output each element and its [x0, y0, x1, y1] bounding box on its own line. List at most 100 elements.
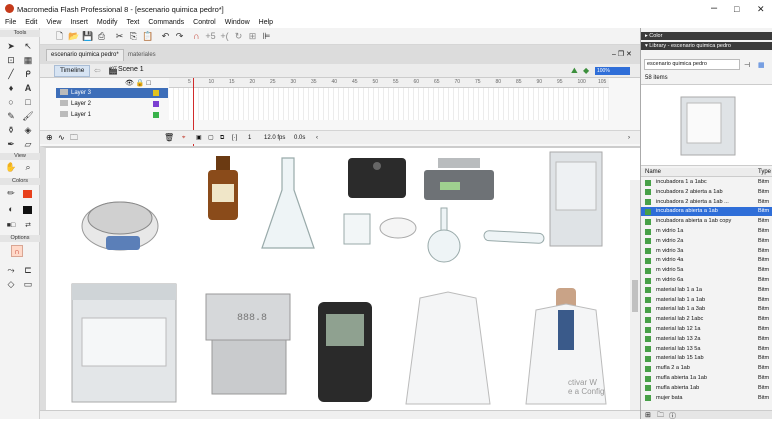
- round-flask-image[interactable]: [427, 207, 461, 263]
- gap-size-option-icon[interactable]: ▭: [21, 278, 35, 291]
- paste-icon[interactable]: 📋: [142, 31, 153, 42]
- new-library-panel-icon[interactable]: ▦: [758, 61, 765, 69]
- undo-icon[interactable]: ↶: [160, 31, 171, 42]
- stage-vertical-scrollbar[interactable]: [630, 180, 640, 410]
- snap-icon[interactable]: ∩: [191, 31, 202, 42]
- library-item[interactable]: m vidrio 1a Bitm: [641, 227, 772, 236]
- smooth-option-icon[interactable]: ⤳: [4, 264, 18, 277]
- selection-tool-icon[interactable]: ➤: [4, 40, 18, 53]
- layer-row-1[interactable]: Layer 1: [56, 110, 168, 120]
- add-guide-layer-icon[interactable]: ∿: [58, 131, 65, 145]
- timeline-scroll-right-icon[interactable]: ›: [628, 131, 630, 145]
- test-tube-image[interactable]: [483, 230, 545, 244]
- new-file-icon[interactable]: 🗋: [54, 31, 65, 42]
- zoom-tool-icon[interactable]: ⌕: [21, 161, 35, 174]
- library-item[interactable]: incubadora 2 abierta a 1ab Bitm: [641, 188, 772, 197]
- library-item[interactable]: m vidrio 3a Bitm: [641, 247, 772, 256]
- ph-meter-image[interactable]: [318, 302, 372, 402]
- library-item[interactable]: incubadora abierta a 1ab copy Bitm: [641, 217, 772, 226]
- library-item[interactable]: mujer bata Bitm: [641, 394, 772, 403]
- new-folder-icon[interactable]: 🗀: [657, 411, 664, 422]
- zoom-select[interactable]: 100%: [595, 67, 630, 75]
- menu-modify[interactable]: Modify: [97, 17, 118, 28]
- delete-layer-icon[interactable]: 🗑: [164, 131, 174, 145]
- library-item[interactable]: m vidrio 5a Bitm: [641, 266, 772, 275]
- edit-scene-icon[interactable]: ⛰: [571, 66, 578, 76]
- library-item[interactable]: incubadora 2 abierta a 1ab ... Bitm: [641, 198, 772, 207]
- stroke-color-icon[interactable]: ✏: [4, 187, 18, 200]
- fill-color-swatch[interactable]: [23, 206, 32, 214]
- ink-bottle-tool-icon[interactable]: ⚱: [4, 124, 18, 137]
- library-item[interactable]: material lab 12 1a Bitm: [641, 325, 772, 334]
- centrifuge-image[interactable]: [81, 201, 159, 251]
- menu-window[interactable]: Window: [225, 17, 250, 28]
- library-item[interactable]: incubadora 1 a 1abc Bitm: [641, 178, 772, 187]
- open-file-icon[interactable]: 📂: [68, 31, 79, 42]
- menu-control[interactable]: Control: [193, 17, 216, 28]
- snap-magnet-icon[interactable]: ∩: [11, 245, 23, 257]
- name-column-header[interactable]: Name: [645, 168, 661, 177]
- lock-fill-option-icon[interactable]: ◇: [4, 278, 18, 291]
- layer-row-3[interactable]: Layer 3: [56, 88, 168, 98]
- type-column-header[interactable]: Type: [758, 168, 771, 177]
- brush-tool-icon[interactable]: 🖌: [21, 110, 35, 123]
- edit-multiple-frames-icon[interactable]: ⧉: [220, 131, 224, 145]
- library-item[interactable]: m vidrio 2a Bitm: [641, 237, 772, 246]
- paint-bucket-tool-icon[interactable]: ◈: [21, 124, 35, 137]
- erlenmeyer-flask-image[interactable]: [261, 157, 315, 249]
- timeline-scroll-left-icon[interactable]: ‹: [316, 131, 318, 145]
- text-tool-icon[interactable]: A: [21, 82, 35, 95]
- library-item[interactable]: material lab 2 1abc Bitm: [641, 315, 772, 324]
- maximize-button[interactable]: □: [734, 4, 739, 14]
- biosafety-cabinet-image[interactable]: [71, 283, 177, 403]
- library-document-select[interactable]: escenario quimica pedro: [644, 59, 740, 70]
- fill-color-icon[interactable]: ◐: [4, 203, 18, 216]
- hot-plate-image[interactable]: [348, 158, 406, 198]
- swap-colors-icon[interactable]: ⇄: [21, 219, 35, 232]
- menu-insert[interactable]: Insert: [70, 17, 88, 28]
- beaker-image[interactable]: [343, 213, 371, 245]
- library-item[interactable]: material lab 1 a 3ab Bitm: [641, 305, 772, 314]
- rectangle-tool-icon[interactable]: □: [21, 96, 35, 109]
- amber-bottle-image[interactable]: [208, 156, 238, 220]
- pen-tool-icon[interactable]: ♦: [4, 82, 18, 95]
- hand-tool-icon[interactable]: ✋: [4, 161, 18, 174]
- black-white-icon[interactable]: ■□: [4, 219, 18, 232]
- properties-icon[interactable]: ⓘ: [669, 411, 676, 421]
- lasso-tool-icon[interactable]: ᑭ: [21, 68, 35, 81]
- muffle-furnace-image[interactable]: 888.8: [205, 293, 291, 395]
- library-item[interactable]: material lab 15 1ab Bitm: [641, 354, 772, 363]
- color-panel-header[interactable]: ▸ Color: [641, 32, 772, 40]
- menu-commands[interactable]: Commands: [148, 17, 184, 28]
- pencil-tool-icon[interactable]: ✎: [4, 110, 18, 123]
- smooth-icon[interactable]: +5: [205, 31, 216, 42]
- modify-markers-icon[interactable]: [·]: [232, 131, 237, 145]
- menu-view[interactable]: View: [46, 17, 61, 28]
- timeline-toggle-button[interactable]: Timeline: [54, 65, 91, 77]
- library-item[interactable]: incubadora abierta a 1ab Bitm: [641, 207, 772, 216]
- layer-row-2[interactable]: Layer 2: [56, 99, 168, 109]
- menu-file[interactable]: File: [5, 17, 16, 28]
- library-item[interactable]: mufla abierta 1a 1ab Bitm: [641, 374, 772, 383]
- evaporating-dish-image[interactable]: [379, 217, 417, 239]
- library-item[interactable]: material lab 1 a 1a Bitm: [641, 286, 772, 295]
- analytical-balance-image[interactable]: [424, 158, 494, 200]
- eraser-tool-icon[interactable]: ▱: [21, 138, 35, 151]
- new-symbol-icon[interactable]: ⊞: [645, 411, 651, 419]
- insert-folder-icon[interactable]: 🗀: [70, 131, 78, 145]
- stroke-color-swatch[interactable]: [23, 190, 32, 198]
- line-tool-icon[interactable]: ╱: [4, 68, 18, 81]
- library-item[interactable]: m vidrio 4a Bitm: [641, 256, 772, 265]
- library-item[interactable]: material lab 13 2a Bitm: [641, 335, 772, 344]
- frame-grid[interactable]: [169, 88, 609, 120]
- tab-materiales[interactable]: materiales: [124, 50, 160, 61]
- subselection-tool-icon[interactable]: ↖: [21, 40, 35, 53]
- fill-transform-tool-icon[interactable]: ▦: [21, 54, 35, 67]
- close-button[interactable]: ✕: [757, 4, 765, 15]
- library-item[interactable]: m vidrio 6a Bitm: [641, 276, 772, 285]
- eyedropper-tool-icon[interactable]: ✒: [4, 138, 18, 151]
- save-icon[interactable]: 💾: [82, 31, 93, 42]
- cut-icon[interactable]: ✂: [114, 31, 125, 42]
- center-frame-icon[interactable]: ⌖: [182, 131, 185, 145]
- library-item[interactable]: material lab 1 a 1ab Bitm: [641, 296, 772, 305]
